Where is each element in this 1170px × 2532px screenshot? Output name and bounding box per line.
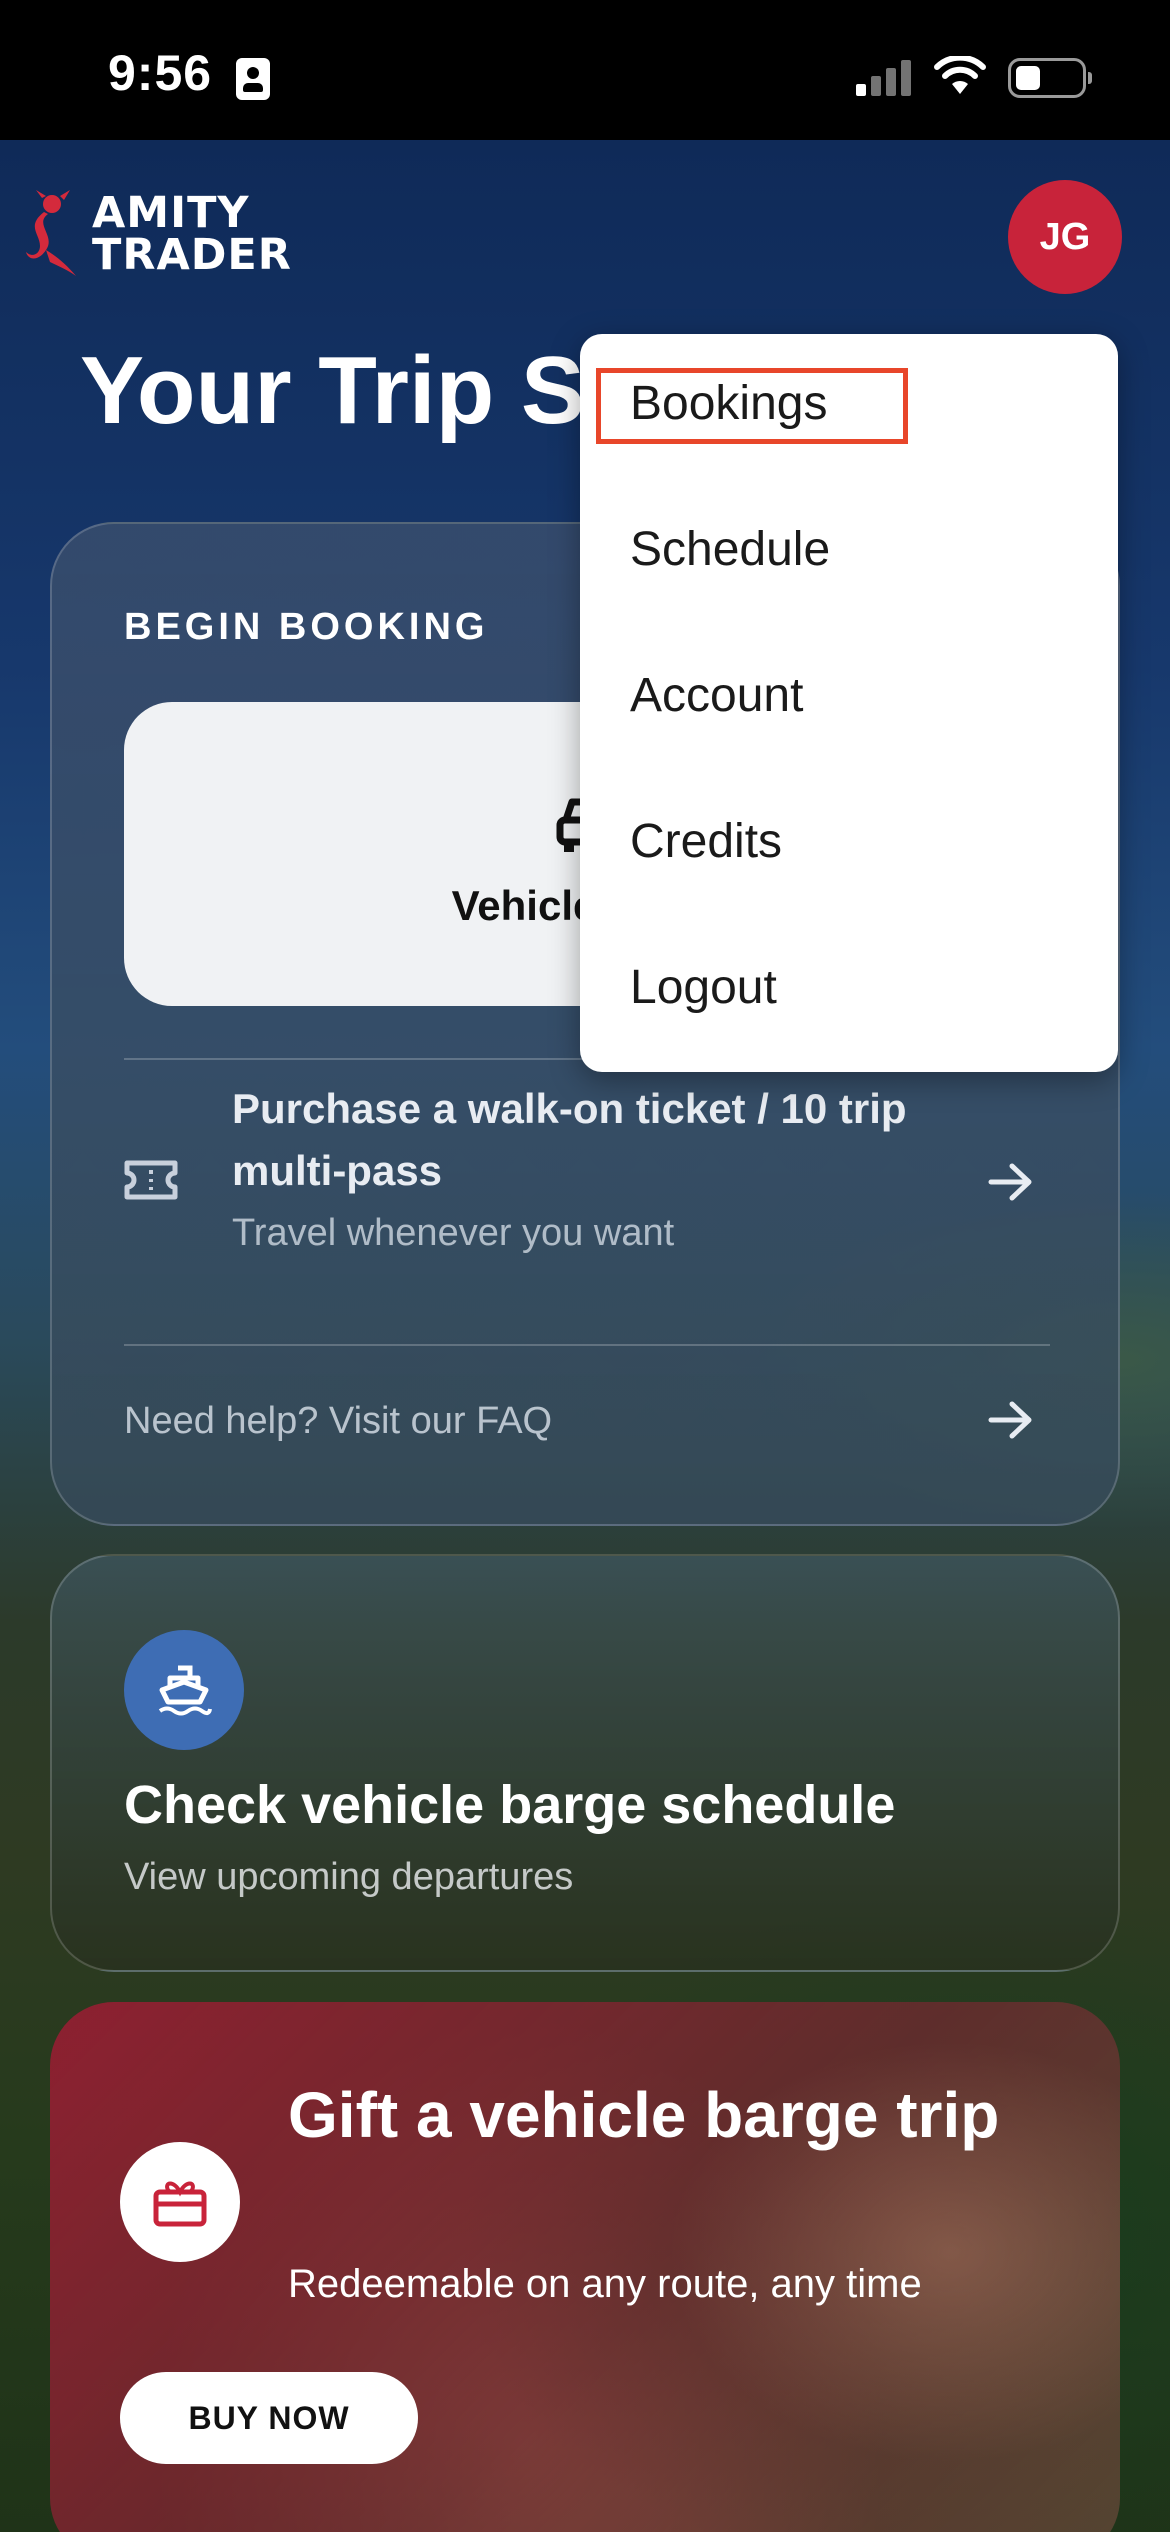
boat-icon <box>158 1665 212 1716</box>
gift-icon <box>153 2181 207 2227</box>
walk-on-ticket-subtitle: Travel whenever you want <box>232 1212 675 1254</box>
status-bar: 9:56 <box>0 0 1170 140</box>
schedule-subtitle: View upcoming departures <box>124 1856 574 1898</box>
faq-link-text: Need help? Visit our FAQ <box>124 1400 553 1442</box>
status-time: 9:56 <box>108 45 213 101</box>
faq-link-row[interactable]: Need help? Visit our FAQ <box>124 1344 1050 1464</box>
arrow-right-icon <box>988 1163 1032 1201</box>
menu-item-label: Credits <box>630 815 783 868</box>
boat-badge <box>124 1630 244 1750</box>
arrow-right-icon <box>988 1401 1032 1439</box>
logo-line-2: TRADER <box>92 230 292 280</box>
menu-item-account[interactable]: Account <box>580 626 1118 772</box>
gift-title: Gift a vehicle barge trip <box>288 2079 1000 2151</box>
schedule-card[interactable]: Check vehicle barge schedule View upcomi… <box>50 1554 1120 1972</box>
menu-item-label: Schedule <box>630 523 831 576</box>
schedule-title: Check vehicle barge schedule <box>124 1775 896 1835</box>
account-dropdown-menu: Bookings Schedule Account Credits Logout <box>580 334 1118 1072</box>
id-card-icon <box>236 58 270 100</box>
menu-item-logout[interactable]: Logout <box>580 918 1118 1064</box>
logo-wordmark: AMITY TRADER <box>92 188 382 280</box>
battery-icon <box>1008 58 1092 98</box>
logo-line-1: AMITY <box>92 188 250 238</box>
walk-on-ticket-title: Purchase a walk-on ticket / 10 trip mult… <box>232 1085 907 1194</box>
buy-now-button[interactable]: BUY NOW <box>120 2372 418 2464</box>
ticket-icon <box>124 1160 178 1200</box>
menu-item-label: Logout <box>630 961 777 1014</box>
highlight-box <box>596 368 908 444</box>
menu-item-credits[interactable]: Credits <box>580 772 1118 918</box>
cellular-signal-icon <box>856 60 912 96</box>
mermaid-logo-icon <box>26 190 76 276</box>
app-logo[interactable]: AMITY TRADER <box>26 190 356 280</box>
menu-item-schedule[interactable]: Schedule <box>580 480 1118 626</box>
menu-item-label: Account <box>630 669 804 722</box>
gift-subtitle: Redeemable on any route, any time <box>288 2262 922 2306</box>
wifi-icon <box>934 56 986 94</box>
user-avatar-button[interactable]: JG <box>1008 180 1122 294</box>
section-label: BEGIN BOOKING <box>124 606 489 648</box>
gift-badge <box>120 2142 240 2262</box>
gift-trip-card: Gift a vehicle barge trip Redeemable on … <box>50 2002 1120 2532</box>
walk-on-ticket-row[interactable]: Purchase a walk-on ticket / 10 trip mult… <box>124 1050 1050 1320</box>
